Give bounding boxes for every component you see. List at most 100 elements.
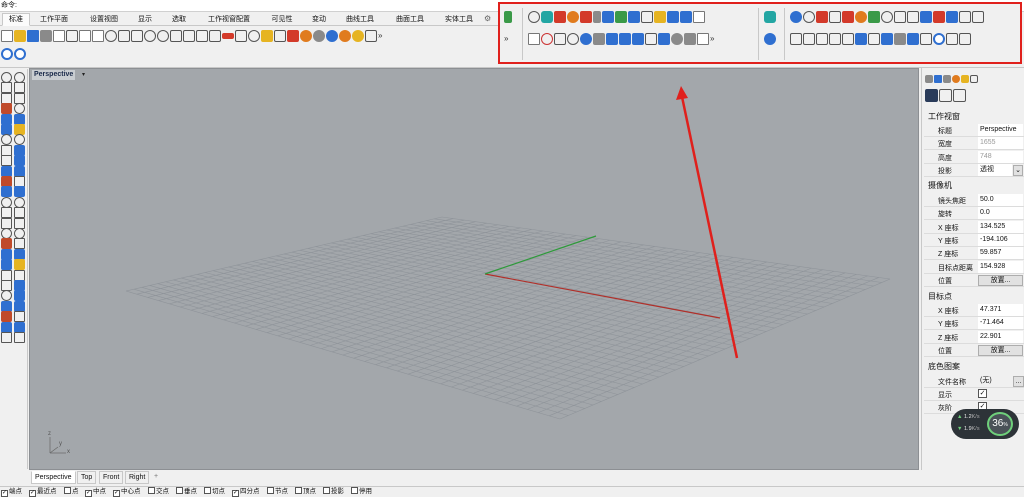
- rotate-view-icon[interactable]: [131, 30, 143, 42]
- target-prop-value[interactable]: 22.901: [978, 330, 1023, 343]
- perspective-viewport[interactable]: Perspective ▾ z y x: [29, 68, 919, 470]
- left-tool-icon[interactable]: [14, 280, 25, 291]
- help-tab-icon[interactable]: [961, 75, 969, 83]
- material-tab-icon[interactable]: [952, 75, 960, 83]
- circle-icon[interactable]: [541, 33, 553, 45]
- record-icon[interactable]: [933, 33, 945, 45]
- dimension-icon[interactable]: [842, 11, 854, 23]
- extend-icon[interactable]: [868, 33, 880, 45]
- left-tool-icon[interactable]: [1, 186, 12, 198]
- osnap-toggle[interactable]: ✓ 四分点: [232, 487, 260, 497]
- left-tool-icon[interactable]: [14, 332, 25, 343]
- left-tool-icon[interactable]: [14, 196, 25, 208]
- select-icon[interactable]: [261, 30, 273, 42]
- help-icon[interactable]: [764, 33, 776, 45]
- left-tool-icon[interactable]: [1, 165, 12, 177]
- viewport-tab-front[interactable]: Front: [99, 471, 124, 484]
- camera-place-button[interactable]: 放置...: [978, 275, 1023, 286]
- layout-icon[interactable]: [920, 11, 932, 23]
- rect-icon[interactable]: [528, 33, 540, 45]
- projection-dropdown-chevron-icon[interactable]: ⌄: [1013, 164, 1023, 176]
- viewport-title[interactable]: Perspective: [32, 70, 76, 80]
- car-icon[interactable]: [222, 33, 234, 39]
- revolve-icon[interactable]: [528, 11, 540, 23]
- split-icon[interactable]: [816, 33, 828, 45]
- add-viewport-tab-icon[interactable]: +: [151, 471, 162, 484]
- tab-surface-tools[interactable]: 曲面工具: [386, 13, 434, 26]
- tab-display[interactable]: 显示: [130, 13, 160, 26]
- toolbar-more-icon-2[interactable]: »: [504, 33, 512, 45]
- copy-icon[interactable]: [79, 30, 91, 42]
- osnap-toggle[interactable]: 点: [64, 487, 79, 497]
- left-tool-icon[interactable]: [14, 228, 25, 239]
- viewport-tab-icon[interactable]: [939, 88, 952, 102]
- grip-icon[interactable]: [504, 11, 512, 23]
- camera-prop-value[interactable]: 134.525: [978, 220, 1023, 233]
- osnap-checkbox[interactable]: ✓: [1, 490, 8, 497]
- options-icon[interactable]: [365, 30, 377, 42]
- undo-icon[interactable]: [105, 30, 117, 42]
- tab-set-view[interactable]: 设置视图: [80, 13, 128, 26]
- osnap-checkbox[interactable]: [351, 487, 358, 494]
- render-icon[interactable]: [790, 11, 802, 23]
- left-tool-icon[interactable]: [1, 248, 12, 260]
- trim-icon[interactable]: [803, 33, 815, 45]
- osnap-checkbox[interactable]: [64, 487, 71, 494]
- camera-tab-icon[interactable]: [925, 88, 938, 102]
- mesh-icon[interactable]: [816, 11, 828, 23]
- tab-solid-tools[interactable]: 实体工具: [436, 13, 482, 26]
- left-tool-icon[interactable]: [1, 207, 12, 219]
- annotation-icon[interactable]: [933, 11, 945, 23]
- block-icon[interactable]: [907, 33, 919, 45]
- viewport-tab-right[interactable]: Right: [125, 471, 150, 484]
- zoom-selected-icon[interactable]: [183, 30, 195, 42]
- explode-icon[interactable]: [580, 11, 592, 23]
- join-icon[interactable]: [829, 33, 841, 45]
- left-tool-icon[interactable]: [1, 217, 12, 229]
- tab-curve-tools[interactable]: 曲线工具: [336, 13, 384, 26]
- tab-viewport-layout[interactable]: 工作视窗配置: [198, 13, 260, 26]
- cylinder-icon[interactable]: [593, 11, 601, 23]
- color-icon[interactable]: [855, 11, 867, 23]
- tab-select[interactable]: 选取: [162, 13, 196, 26]
- osnap-toggle[interactable]: 垂点: [176, 487, 197, 497]
- shell-icon[interactable]: [671, 33, 683, 45]
- left-tool-icon[interactable]: [1, 113, 12, 125]
- osnap-checkbox[interactable]: [148, 487, 155, 494]
- viewport-prop-value[interactable]: Perspective: [978, 124, 1023, 136]
- left-tool-icon[interactable]: [14, 186, 25, 198]
- left-tool-icon[interactable]: [1, 176, 12, 187]
- viewport-menu-chevron-icon[interactable]: ▾: [82, 71, 85, 78]
- scale-icon[interactable]: [959, 11, 971, 23]
- camera-prop-value[interactable]: 0.0: [978, 207, 1023, 220]
- new-file-icon[interactable]: [1, 30, 13, 42]
- left-tool-icon[interactable]: [14, 124, 25, 135]
- left-tool-icon[interactable]: [14, 155, 25, 167]
- tab-visibility[interactable]: 可见性: [262, 13, 302, 26]
- osnap-checkbox[interactable]: [323, 487, 330, 494]
- osnap-checkbox[interactable]: [176, 487, 183, 494]
- osnap-checkbox[interactable]: ✓: [232, 490, 239, 497]
- left-tool-icon[interactable]: [14, 176, 25, 187]
- osnap-checkbox[interactable]: ✓: [113, 490, 120, 497]
- left-tool-icon[interactable]: [1, 72, 12, 83]
- left-tool-icon[interactable]: [1, 124, 12, 135]
- page-icon[interactable]: [693, 11, 705, 23]
- camera-prop-value[interactable]: -194.106: [978, 233, 1023, 246]
- transform-icon[interactable]: [894, 11, 906, 23]
- toolbar-more-icon-3[interactable]: »: [710, 33, 718, 45]
- left-tool-icon[interactable]: [14, 311, 25, 323]
- drafting-icon[interactable]: [946, 11, 958, 23]
- tree-icon[interactable]: [868, 11, 880, 23]
- osnap-toggle[interactable]: ✓ 最近点: [29, 487, 57, 497]
- left-tool-icon[interactable]: [14, 290, 25, 302]
- left-tool-icon[interactable]: [14, 259, 25, 271]
- sun-icon[interactable]: [803, 11, 815, 23]
- analysis-tool-icon[interactable]: [764, 11, 776, 23]
- tab-cplanes[interactable]: 工作平面: [32, 13, 76, 26]
- left-tool-icon[interactable]: [14, 134, 25, 146]
- left-tool-icon[interactable]: [14, 72, 25, 83]
- analyze-icon[interactable]: [641, 11, 653, 23]
- mirror-icon[interactable]: [972, 11, 984, 23]
- offset-icon[interactable]: [855, 33, 867, 45]
